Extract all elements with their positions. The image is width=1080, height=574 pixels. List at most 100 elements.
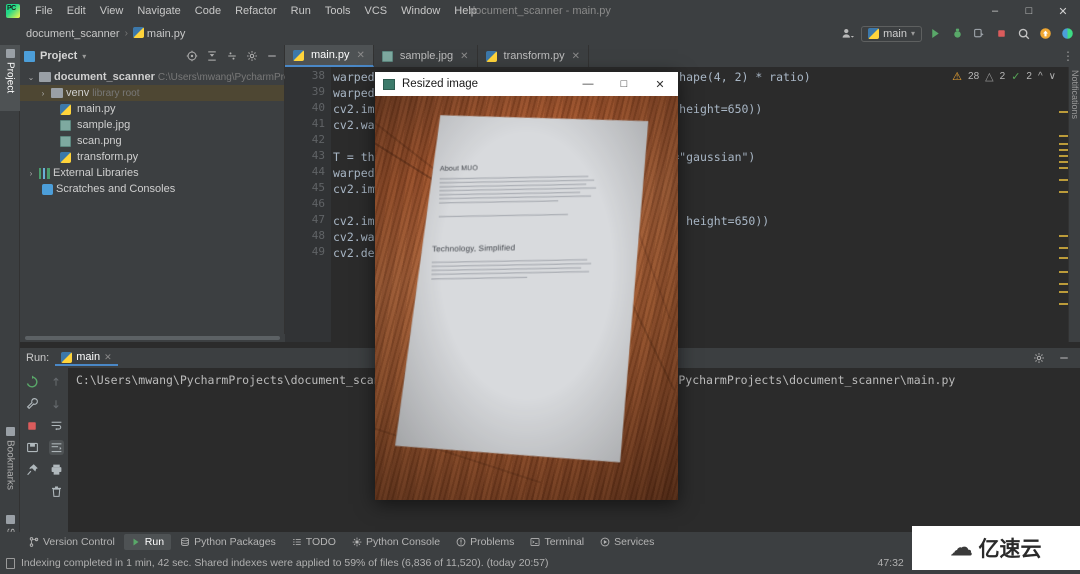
- close-icon[interactable]: ✕: [104, 352, 112, 363]
- tool-button-run[interactable]: Run: [123, 534, 172, 550]
- user-settings-icon[interactable]: [839, 25, 856, 42]
- close-button[interactable]: ✕: [642, 72, 678, 96]
- save-icon[interactable]: [25, 440, 40, 455]
- breadcrumb-project[interactable]: document_scanner: [22, 28, 124, 40]
- inspection-widget[interactable]: ⚠ 28 △ 2 ✓ 2 ^ ∨: [952, 67, 1060, 85]
- tree-item-label: document_scanner: [54, 71, 155, 83]
- run-configuration-selector[interactable]: main ▾: [861, 25, 922, 42]
- tree-item-sample-jpg[interactable]: sample.jpg: [20, 117, 284, 133]
- expand-icon[interactable]: [223, 48, 240, 65]
- minimize-button[interactable]: –: [978, 0, 1012, 22]
- tool-button-label: Terminal: [544, 536, 585, 548]
- menu-tools[interactable]: Tools: [318, 2, 358, 20]
- tab-transform-py[interactable]: transform.py ✕: [478, 45, 590, 67]
- breadcrumb-file[interactable]: main.py: [129, 27, 190, 40]
- close-icon[interactable]: ✕: [357, 50, 365, 61]
- run-with-coverage-icon[interactable]: [971, 25, 988, 42]
- scroll-up-icon[interactable]: [49, 374, 64, 389]
- close-icon[interactable]: ✕: [572, 51, 580, 62]
- chevron-right-icon[interactable]: ›: [38, 89, 48, 98]
- editor-tabs-more-options-icon[interactable]: ⋮: [1062, 45, 1080, 67]
- menu-window[interactable]: Window: [394, 2, 447, 20]
- tree-item-scratches-and-consoles[interactable]: Scratches and Consoles: [20, 181, 284, 197]
- select-opened-file-icon[interactable]: [183, 48, 200, 65]
- menu-navigate[interactable]: Navigate: [130, 2, 187, 20]
- ai-assistant-icon[interactable]: [1059, 25, 1076, 42]
- tool-button-services[interactable]: Services: [593, 534, 661, 550]
- tab-main-py[interactable]: main.py ✕: [285, 45, 374, 67]
- stop-icon[interactable]: [993, 25, 1010, 42]
- notifications-strip[interactable]: Notifications: [1068, 67, 1080, 342]
- stop-icon[interactable]: [25, 418, 40, 433]
- tree-item-external-libraries[interactable]: › External Libraries: [20, 165, 284, 181]
- menu-file[interactable]: File: [28, 2, 60, 20]
- menu-code[interactable]: Code: [188, 2, 228, 20]
- soft-wrap-icon[interactable]: [49, 418, 64, 433]
- hide-icon[interactable]: [263, 48, 280, 65]
- resized-image-window[interactable]: Resized image — □ ✕ About MUO Technology…: [375, 72, 678, 500]
- minimize-button[interactable]: —: [570, 72, 606, 96]
- tree-item-transform-py[interactable]: transform.py: [20, 149, 284, 165]
- tree-item-venv[interactable]: › venv library root: [20, 85, 284, 101]
- menu-view[interactable]: View: [93, 2, 131, 20]
- print-icon[interactable]: [49, 462, 64, 477]
- tree-item-document-scanner[interactable]: ⌄ document_scanner C:\Users\mwang\Pychar…: [20, 69, 311, 85]
- tab-label: main.py: [311, 49, 350, 61]
- chevron-down-icon[interactable]: ∨: [1049, 71, 1056, 82]
- menu-help[interactable]: Help: [447, 2, 484, 20]
- search-everywhere-icon[interactable]: [1015, 25, 1032, 42]
- pin-icon[interactable]: [25, 462, 40, 477]
- run-icon: [133, 538, 139, 546]
- tool-button-todo[interactable]: TODO: [285, 534, 343, 550]
- maximize-button[interactable]: □: [1012, 0, 1046, 22]
- tool-button-version-control[interactable]: Version Control: [22, 534, 122, 550]
- collapse-all-icon[interactable]: [203, 48, 220, 65]
- pycharm-logo-icon: [6, 4, 20, 18]
- resized-image-window-controls: — □ ✕: [570, 72, 678, 96]
- tool-button-python-console[interactable]: Python Console: [345, 534, 447, 550]
- ide-update-icon[interactable]: [1037, 25, 1054, 42]
- pycharm-window: File Edit View Navigate Code Refactor Ru…: [0, 0, 1080, 574]
- wrench-icon[interactable]: [25, 396, 40, 411]
- menu-edit[interactable]: Edit: [60, 2, 93, 20]
- tool-button-python-packages[interactable]: Python Packages: [173, 534, 283, 550]
- chevron-right-icon[interactable]: ›: [26, 169, 36, 178]
- tree-item-label: Scratches and Consoles: [56, 183, 176, 195]
- project-panel-horizontal-scrollbar[interactable]: [20, 334, 285, 342]
- clear-all-icon[interactable]: [49, 484, 64, 499]
- vcs-branch-icon: [29, 537, 39, 547]
- sidebar-item-project[interactable]: Project: [0, 45, 20, 111]
- caret-position[interactable]: 47:32: [878, 557, 904, 569]
- tree-item-scan-png[interactable]: scan.png: [20, 133, 284, 149]
- settings-gear-icon[interactable]: [1030, 350, 1047, 367]
- warning-triangle-icon: ⚠: [952, 70, 963, 83]
- scroll-to-end-icon[interactable]: [48, 440, 64, 455]
- chevron-down-icon[interactable]: ▾: [82, 52, 86, 61]
- event-log-icon[interactable]: [6, 557, 15, 569]
- tree-item-main-py[interactable]: main.py: [20, 101, 284, 117]
- resized-image-title-bar[interactable]: Resized image — □ ✕: [375, 72, 678, 96]
- debug-icon[interactable]: [949, 25, 966, 42]
- run-tab-main[interactable]: main ✕: [55, 350, 118, 366]
- editor-gutter[interactable]: 38 39 40 41 42 43 44 45 46 47 48 49: [285, 67, 331, 342]
- sidebar-item-bookmarks[interactable]: Bookmarks: [0, 423, 20, 507]
- chevron-down-icon[interactable]: ⌄: [26, 73, 36, 82]
- menu-vcs[interactable]: VCS: [358, 2, 395, 20]
- chevron-up-icon[interactable]: ^: [1038, 71, 1043, 82]
- tool-button-problems[interactable]: Problems: [449, 534, 521, 550]
- hide-icon[interactable]: [1055, 350, 1072, 367]
- close-button[interactable]: ✕: [1046, 0, 1080, 22]
- project-tool-window: Project ▾ ⌄ document_scanner C:\Users\mw…: [20, 45, 311, 342]
- run-icon[interactable]: [927, 25, 944, 42]
- rerun-icon[interactable]: [25, 374, 40, 389]
- maximize-button[interactable]: □: [606, 72, 642, 96]
- settings-gear-icon[interactable]: [243, 48, 260, 65]
- menu-run[interactable]: Run: [284, 2, 318, 20]
- menu-refactor[interactable]: Refactor: [228, 2, 284, 20]
- tool-button-terminal[interactable]: Terminal: [523, 534, 591, 550]
- error-stripe-markers[interactable]: [1058, 87, 1068, 342]
- tab-sample-jpg[interactable]: sample.jpg ✕: [374, 45, 478, 67]
- close-icon[interactable]: ✕: [460, 51, 468, 62]
- scroll-down-icon[interactable]: [49, 396, 64, 411]
- packages-icon: [181, 537, 189, 546]
